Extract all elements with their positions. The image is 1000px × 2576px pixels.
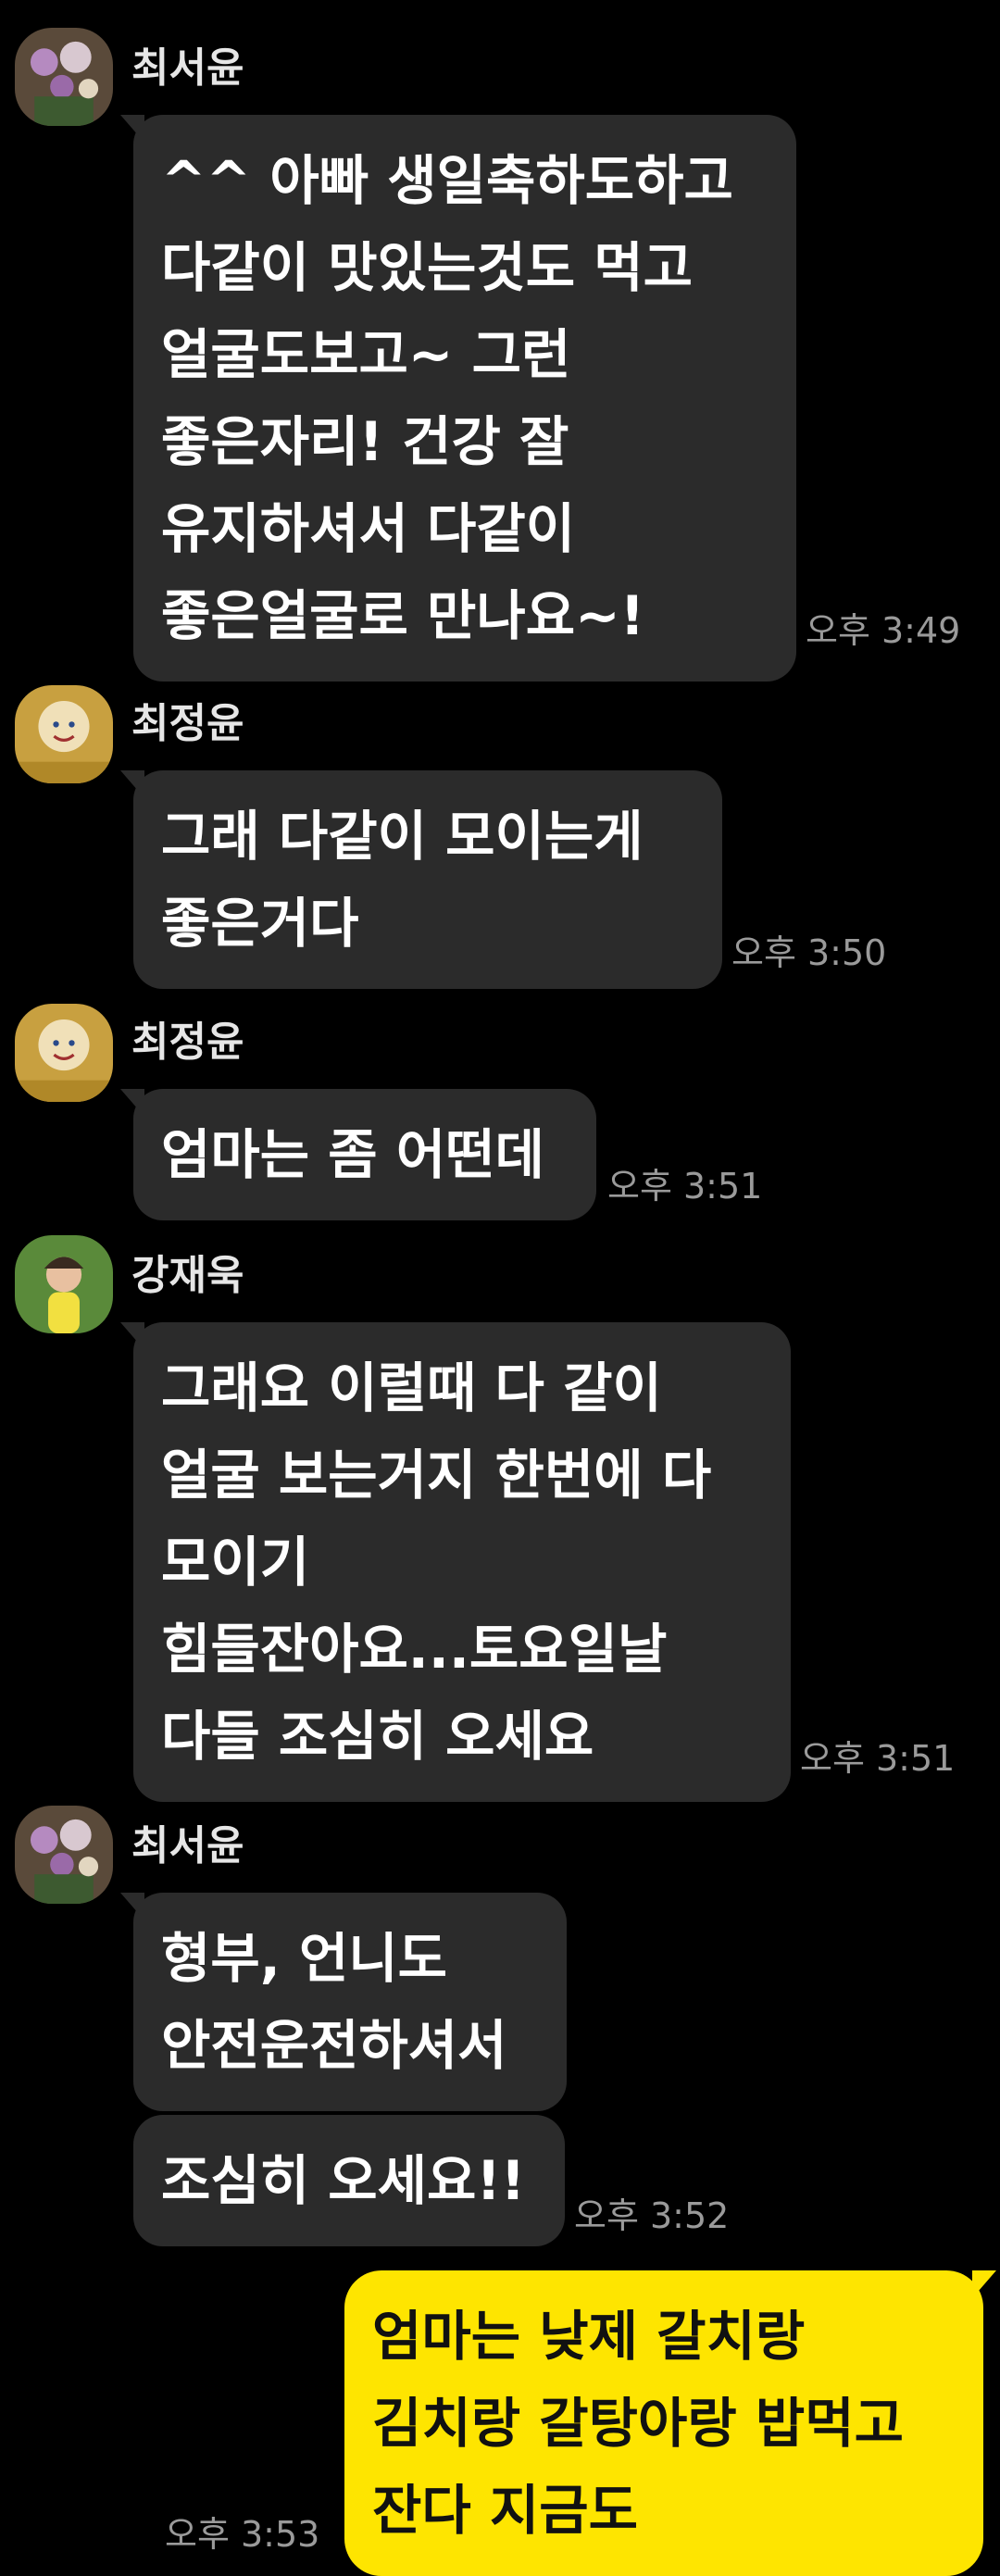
avatar-child-photo[interactable] xyxy=(15,1235,113,1333)
timestamp: 오후 3:53 xyxy=(165,2514,320,2555)
sender-name: 최정윤 xyxy=(131,700,244,747)
avatar-flowers[interactable] xyxy=(15,1806,113,1904)
timestamp: 오후 3:52 xyxy=(574,2195,730,2236)
message-bubble[interactable]: 그래요 이럴때 다 같이 얼굴 보는거지 한번에 다 모이기 힘들잔아요...토… xyxy=(120,1322,791,1802)
message-bubble[interactable]: 조심히 오세요!! xyxy=(133,2115,565,2246)
sender-name: 최서윤 xyxy=(131,1822,244,1869)
my-message-bubble[interactable]: 엄마는 낮제 갈치랑 김치랑 갈탕아랑 밥먹고 잔다 지금도 xyxy=(344,2270,996,2576)
sender-name: 강재욱 xyxy=(131,1252,244,1299)
avatar-drawing[interactable] xyxy=(15,1004,113,1102)
avatar-drawing[interactable] xyxy=(15,685,113,783)
timestamp: 오후 3:51 xyxy=(800,1738,956,1779)
message-bubble[interactable]: 형부, 언니도 안전운전하셔서 xyxy=(120,1893,567,2111)
message-bubble[interactable]: 그래 다같이 모이는게 좋은거다 xyxy=(120,770,722,989)
timestamp: 오후 3:49 xyxy=(806,610,961,651)
avatar-flowers[interactable] xyxy=(15,28,113,126)
sender-name: 최정윤 xyxy=(131,1019,244,1066)
message-bubble[interactable]: 엄마는 좀 어떤데 xyxy=(120,1089,596,1220)
sender-name: 최서윤 xyxy=(131,44,244,92)
timestamp: 오후 3:51 xyxy=(607,1166,763,1207)
message-bubble[interactable]: ^^ 아빠 생일축하도하고 다같이 맛있는것도 먹고 얼굴도보고~ 그런 좋은자… xyxy=(120,115,796,682)
timestamp: 오후 3:50 xyxy=(731,932,887,973)
